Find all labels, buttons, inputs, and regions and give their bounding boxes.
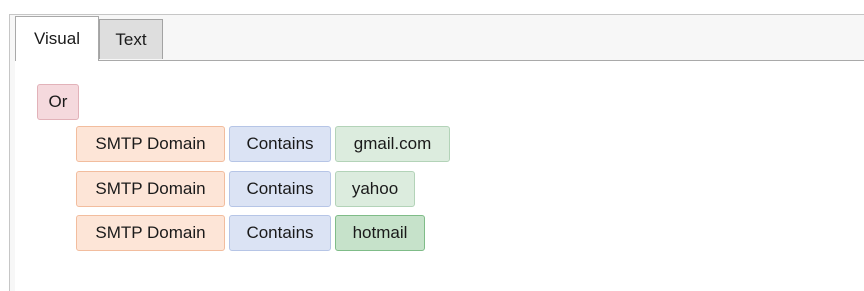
rule-1-value-chip[interactable]: gmail.com [335,126,450,162]
rule-3-condition-chip[interactable]: Contains [229,215,331,251]
tab-visual[interactable]: Visual [15,16,99,61]
rule-2-value-chip[interactable]: yahoo [335,171,415,207]
or-operator-chip[interactable]: Or [37,84,79,120]
visual-query-builder: Or SMTP Domain Contains gmail.com SMTP D… [15,60,864,291]
rule-1-field-chip[interactable]: SMTP Domain [76,126,225,162]
rule-1-condition-chip[interactable]: Contains [229,126,331,162]
rule-2-condition-chip[interactable]: Contains [229,171,331,207]
rule-3-field-chip[interactable]: SMTP Domain [76,215,225,251]
tab-text[interactable]: Text [99,19,163,59]
rule-3-value-chip[interactable]: hotmail [335,215,425,251]
rule-2-field-chip[interactable]: SMTP Domain [76,171,225,207]
